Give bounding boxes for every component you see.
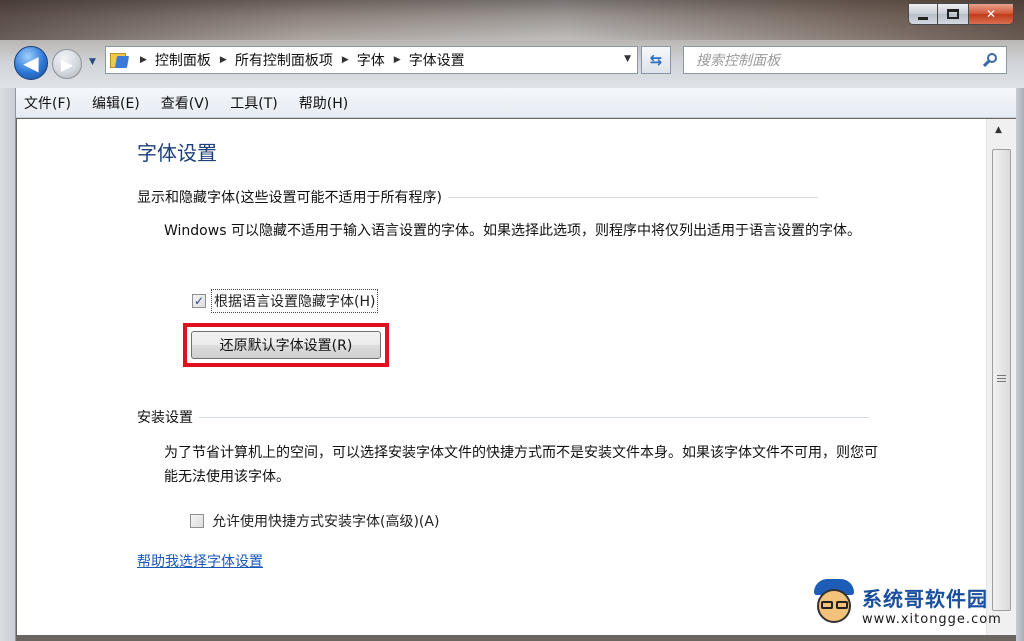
forward-button[interactable]: ▶ <box>52 49 82 79</box>
section-description: Windows 可以隐藏不适用于输入语言设置的字体。如果选择此选项，则程序中将仅… <box>164 223 861 239</box>
content-pane: 字体设置 显示和隐藏字体(这些设置可能不适用于所有程序) Windows 可以隐… <box>17 119 986 635</box>
section-description: 为了节省计算机上的空间，可以选择安装字体文件的快捷方式而不是安装文件本身。如果该… <box>164 445 878 485</box>
menu-edit[interactable]: 编辑(E) <box>92 93 140 113</box>
watermark-logo: 系统哥软件园 www.xitongge.com <box>810 574 1022 636</box>
help-choose-font-settings-link[interactable]: 帮助我选择字体设置 <box>137 551 263 571</box>
breadcrumb-control-panel[interactable]: 控制面板 <box>155 50 211 70</box>
search-icon[interactable] <box>982 52 998 68</box>
minimize-icon <box>918 16 928 20</box>
window-left-border <box>0 88 16 641</box>
caption-buttons: ✕ <box>908 3 1014 25</box>
hide-fonts-checkbox[interactable]: ✓ <box>192 294 206 308</box>
window-right-border <box>1016 88 1024 641</box>
highlight-frame: 还原默认字体设置(R) <box>183 323 389 367</box>
address-bar[interactable]: ▶ 控制面板 ▶ 所有控制面板项 ▶ 字体 ▶ 字体设置 ▼ <box>105 46 638 74</box>
breadcrumb-chevron-icon[interactable]: ▶ <box>220 55 227 65</box>
scroll-up-icon[interactable]: ▲ <box>995 125 1002 135</box>
breadcrumb-chevron-icon[interactable]: ▶ <box>140 55 147 65</box>
recent-pages-dropdown-icon[interactable]: ▼ <box>89 57 96 67</box>
scroll-thumb[interactable] <box>992 149 1011 611</box>
shortcut-install-checkbox[interactable]: ✓ <box>190 514 204 528</box>
refresh-button[interactable]: ⇆ <box>641 46 671 74</box>
watermark-title: 系统哥软件园 <box>862 587 988 611</box>
menu-help[interactable]: 帮助(H) <box>299 93 348 113</box>
restore-default-fonts-label: 还原默认字体设置(R) <box>219 338 353 354</box>
navigation-bar: ◀ ▶ ▼ ▶ 控制面板 ▶ 所有控制面板项 ▶ 字体 ▶ 字体设置 ▼ ⇆ 搜… <box>0 42 1024 82</box>
close-icon: ✕ <box>985 7 997 21</box>
address-dropdown-icon[interactable]: ▼ <box>624 54 631 64</box>
breadcrumb-all-items[interactable]: 所有控制面板项 <box>235 50 333 70</box>
page-title: 字体设置 <box>137 141 217 165</box>
maximize-icon <box>947 9 959 19</box>
section-heading-label: 显示和隐藏字体(这些设置可能不适用于所有程序) <box>137 190 442 206</box>
shortcut-install-checkbox-row[interactable]: ✓ 允许使用快捷方式安装字体(高级)(A) <box>190 509 442 533</box>
restore-default-fonts-button[interactable]: 还原默认字体设置(R) <box>191 331 381 359</box>
back-button[interactable]: ◀ <box>14 46 48 80</box>
menu-view[interactable]: 查看(V) <box>161 93 210 113</box>
menu-bar: 文件(F) 编辑(E) 查看(V) 工具(T) 帮助(H) <box>16 88 1016 118</box>
section-heading-label: 安装设置 <box>137 410 193 426</box>
menu-tools[interactable]: 工具(T) <box>230 93 277 113</box>
refresh-icon: ⇆ <box>649 51 663 69</box>
watermark-text: 系统哥软件园 www.xitongge.com <box>862 583 1002 627</box>
breadcrumb-font-settings[interactable]: 字体设置 <box>409 50 465 70</box>
breadcrumb-chevron-icon[interactable]: ▶ <box>394 55 401 65</box>
maximize-button[interactable] <box>938 3 968 25</box>
close-button[interactable]: ✕ <box>968 3 1014 25</box>
breadcrumb-fonts[interactable]: 字体 <box>357 50 385 70</box>
breadcrumb-chevron-icon[interactable]: ▶ <box>342 55 349 65</box>
section-divider <box>447 196 818 198</box>
hide-fonts-checkbox-label[interactable]: 根据语言设置隐藏字体(H) <box>211 289 379 313</box>
mascot-icon <box>810 577 858 633</box>
watermark-url: www.xitongge.com <box>862 612 1002 627</box>
search-box[interactable]: 搜索控制面板 <box>683 46 1007 74</box>
shortcut-install-checkbox-label[interactable]: 允许使用快捷方式安装字体(高级)(A) <box>209 509 442 533</box>
search-input[interactable]: 搜索控制面板 <box>696 50 780 70</box>
hide-fonts-checkbox-row[interactable]: ✓ 根据语言设置隐藏字体(H) <box>192 289 379 313</box>
minimize-button[interactable] <box>908 3 938 25</box>
control-panel-folder-icon <box>109 50 131 70</box>
back-arrow-icon: ◀ <box>23 51 39 75</box>
forward-arrow-icon: ▶ <box>60 54 74 74</box>
section-divider <box>199 416 869 418</box>
menu-file[interactable]: 文件(F) <box>24 93 71 113</box>
vertical-scrollbar[interactable]: ▲ <box>986 119 1016 635</box>
section-heading-install: 安装设置 <box>137 407 869 427</box>
explorer-window: ✕ ◀ ▶ ▼ ▶ 控制面板 ▶ 所有控制面板项 ▶ 字体 ▶ 字体设置 ▼ ⇆… <box>0 0 1024 641</box>
section-heading-show-hide: 显示和隐藏字体(这些设置可能不适用于所有程序) <box>137 187 818 207</box>
scroll-grip-icon <box>997 375 1006 384</box>
